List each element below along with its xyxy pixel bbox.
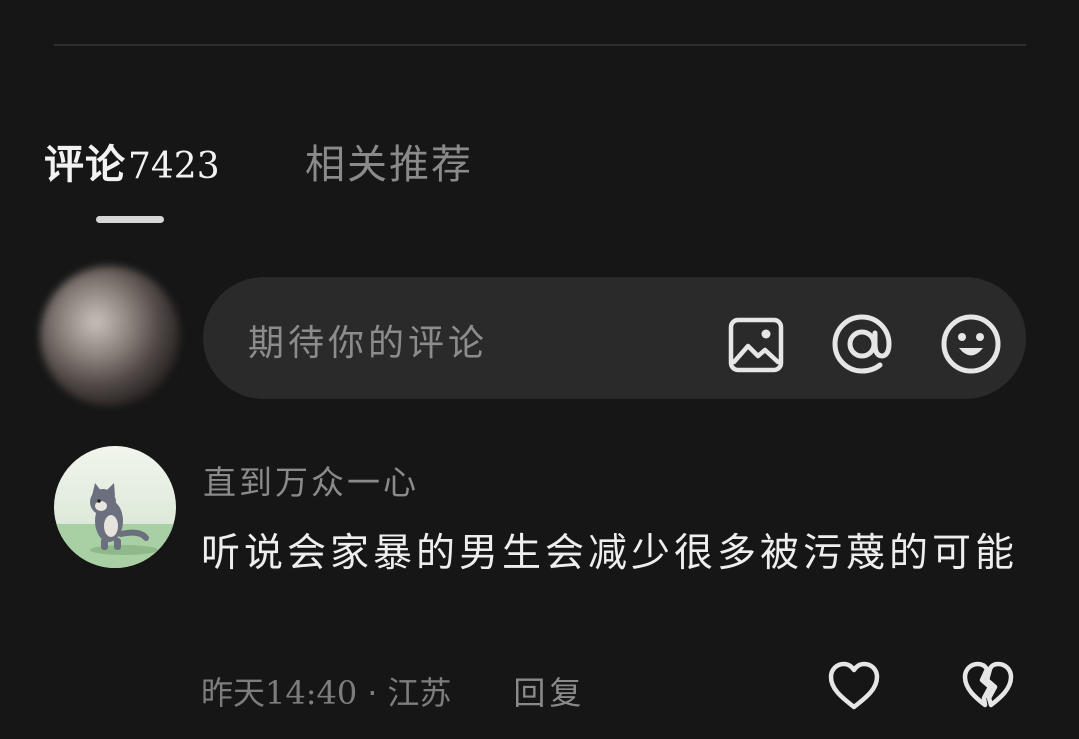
current-user-avatar[interactable] — [40, 266, 180, 406]
tab-comments-label: 评论 — [44, 142, 126, 188]
comment-text: 听说会家暴的男生会减少很多被污蔑的可能 — [201, 531, 1019, 576]
reply-button[interactable]: 回复 — [513, 668, 585, 714]
comment-input-placeholder: 期待你的评论 — [248, 323, 489, 364]
active-tab-indicator — [96, 216, 164, 223]
tab-related[interactable]: 相关推荐 — [305, 132, 473, 188]
broken-heart-icon[interactable] — [960, 658, 1016, 714]
meta-separator: · — [367, 674, 378, 712]
comment-location: 江苏 — [387, 674, 452, 712]
image-icon[interactable] — [728, 317, 784, 373]
comment-date: 昨天14:40 — [201, 674, 358, 712]
tab-comments-count: 7423 — [128, 146, 220, 187]
comment-meta: 昨天14:40 · 江苏 回复 — [201, 668, 585, 714]
emoji-icon[interactable] — [940, 313, 1002, 375]
comment-input[interactable]: 期待你的评论 — [203, 277, 1026, 399]
heart-icon[interactable] — [826, 658, 882, 714]
top-divider — [54, 44, 1026, 46]
tab-bar: 评论 7423 相关推荐 — [0, 132, 1079, 232]
tab-comments[interactable]: 评论 7423 — [44, 132, 220, 188]
commenter-username[interactable]: 直到万众一心 — [203, 456, 419, 504]
at-icon[interactable] — [831, 313, 893, 375]
commenter-avatar[interactable] — [54, 446, 176, 568]
